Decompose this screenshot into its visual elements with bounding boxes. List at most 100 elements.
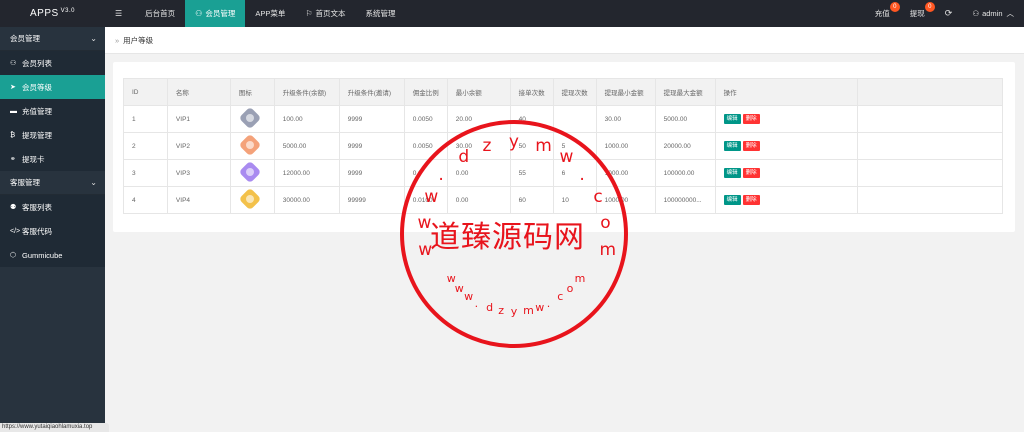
sidebar-item-recharge[interactable]: ▬ 充值管理 [0, 99, 105, 123]
send-icon: ➤ [10, 84, 16, 91]
flag-icon: ⚐ [305, 9, 313, 18]
nav-home[interactable]: 后台首页 [135, 0, 185, 27]
watermark-bottom-char: y [510, 305, 518, 319]
col-commission-rate: 佣金比例 [403, 78, 448, 106]
cube-icon: ⬡ [10, 252, 17, 259]
user-icon: ⚇ [195, 9, 203, 18]
recharge-badge: 0 [889, 2, 900, 12]
sidebar-item-gummicube[interactable]: ⬡ Gummicube [0, 243, 105, 267]
watermark-top-char: d [458, 146, 470, 167]
table-row: 1 VIP1 100.00 9999 0.0050 20.00 40 30.00… [123, 105, 1003, 133]
breadcrumb-current: 用户等级 [123, 35, 154, 45]
watermark-top-char: . [579, 164, 585, 185]
app-version: V3.0 [60, 7, 76, 14]
delete-button[interactable]: 删除 [742, 141, 760, 151]
col-empty [857, 78, 1003, 106]
watermark-top-char: w [418, 239, 433, 260]
col-icon: 图标 [229, 78, 275, 106]
watermark-top-char: o [600, 213, 611, 234]
delete-button[interactable]: 删除 [742, 114, 760, 124]
watermark-bottom-char: d [486, 301, 494, 315]
sidebar-item-member-list[interactable]: ⚇ 会员列表 [0, 51, 105, 75]
sidebar-item-withdraw[interactable]: ₿ 提现管理 [0, 123, 105, 147]
username: admin [982, 9, 1003, 18]
watermark-bottom-char: o [566, 281, 574, 295]
col-withdraw-count: 提现次数 [552, 78, 597, 106]
col-withdraw-min: 提现最小金额 [595, 78, 656, 106]
users-icon: ⚉ [10, 204, 17, 211]
watermark-bottom-char: w [454, 281, 464, 295]
delete-button[interactable]: 删除 [742, 195, 760, 205]
top-nav: ☰ 后台首页 ⚇ 会员管理 APP菜单 ⚐ 首页文本 系统管理 [105, 0, 406, 27]
nav-member-management[interactable]: ⚇ 会员管理 [185, 0, 246, 27]
nav-system-management[interactable]: 系统管理 [356, 0, 406, 27]
chevron-up-icon: ︿ [1006, 9, 1015, 18]
col-upgrade-balance: 升级条件(余额) [273, 78, 340, 106]
sidebar-item-service-list[interactable]: ⚉ 客服列表 [0, 195, 105, 219]
table-header-row: ID 名称 图标 升级条件(余额) 升级条件(邀请) 佣金比例 最小余额 接单次… [123, 78, 1003, 106]
sidebar-group-service[interactable]: 客服管理 ⌄ [0, 171, 105, 195]
menu-icon: ☰ [115, 9, 123, 18]
watermark-bottom-char: m [574, 272, 586, 286]
watermark-bottom-char: m [523, 304, 534, 318]
vip2-medal-icon [238, 133, 262, 157]
recharge-link[interactable]: 充值 0 [865, 0, 900, 27]
watermark-bottom-char: . [546, 296, 551, 310]
app-name: APPS [29, 8, 59, 19]
col-upgrade-invite: 升级条件(邀请) [338, 78, 405, 106]
watermark-top-char: m [535, 135, 552, 156]
user-icon: ⚇ [972, 9, 980, 18]
watermark-bottom-char: w [535, 301, 545, 315]
watermark-bottom-char: z [498, 304, 505, 318]
breadcrumb: » 用户等级 [105, 27, 1024, 54]
menu-toggle-button[interactable]: ☰ [105, 0, 135, 27]
col-withdraw-max: 提现最大金额 [654, 78, 716, 106]
chevron-down-icon: ⌄ [90, 34, 97, 43]
refresh-icon: ⟳ [944, 8, 953, 18]
watermark-bottom-char: . [474, 296, 479, 310]
sidebar-item-service-code[interactable]: </> 客服代码 [0, 219, 105, 243]
code-icon: </> [10, 227, 21, 235]
nav-home-text[interactable]: ⚐ 首页文本 [295, 0, 355, 27]
col-actions: 操作 [714, 78, 859, 106]
table-row: 4 VIP4 30000.00 99999 0.0100 0.00 60 10 … [123, 186, 1003, 214]
watermark-top-char: m [599, 239, 617, 260]
sidebar-group-member[interactable]: 会员管理 ⌄ [0, 27, 105, 51]
edit-button[interactable]: 编辑 [723, 141, 741, 151]
watermark-top-char: w [559, 146, 574, 167]
vip1-medal-icon [238, 106, 262, 130]
link-icon: ⚭ [10, 156, 16, 163]
watermark-bottom-char: w [464, 289, 474, 303]
refresh-button[interactable]: ⟳ [935, 0, 963, 27]
col-min-balance: 最小余额 [446, 78, 511, 106]
vip4-medal-icon [238, 187, 262, 211]
col-name: 名称 [166, 78, 231, 106]
nav-app-menu[interactable]: APP菜单 [245, 0, 295, 27]
withdraw-link[interactable]: 提现 0 [900, 0, 935, 27]
user-icon: ⚇ [10, 60, 17, 67]
watermark-top-char: w [424, 187, 439, 208]
watermark-top-char: z [482, 135, 492, 156]
watermark-top-char: w [417, 213, 432, 234]
edit-button[interactable]: 编辑 [723, 114, 741, 124]
edit-button[interactable]: 编辑 [723, 195, 741, 205]
edit-button[interactable]: 编辑 [723, 168, 741, 178]
app-logo[interactable]: APPS V3.0 [0, 0, 105, 27]
watermark-stamp-text: 道臻源码网 [430, 220, 585, 255]
user-menu[interactable]: ⚇ admin ︿ [962, 0, 1024, 27]
delete-button[interactable]: 删除 [742, 168, 760, 178]
double-chevron-right-icon: » [115, 35, 120, 45]
watermark-top-char: . [438, 164, 444, 185]
watermark-top-char: y [508, 131, 519, 152]
bitcoin-icon: ₿ [10, 131, 16, 139]
chevron-down-icon: ⌄ [90, 178, 97, 187]
top-right-nav: 充值 0 提现 0 ⟳ ⚇ admin ︿ [865, 0, 1024, 27]
watermark-bottom-char: c [557, 289, 564, 303]
col-order-count: 接单次数 [509, 78, 554, 106]
sidebar-item-withdraw-card[interactable]: ⚭ 提现卡 [0, 147, 105, 171]
sidebar-item-member-level[interactable]: ➤ 会员等级 [0, 75, 105, 99]
top-bar: APPS V3.0 ☰ 后台首页 ⚇ 会员管理 APP菜单 ⚐ 首页文本 系统管… [0, 0, 1024, 27]
vip3-medal-icon [238, 160, 262, 184]
browser-status-url: https://www.yutaiqiaohlamuxia.top [0, 423, 109, 432]
sidebar: 会员管理 ⌄ ⚇ 会员列表 ➤ 会员等级 ▬ 充值管理 ₿ 提现管理 ⚭ 提现卡… [0, 27, 105, 432]
